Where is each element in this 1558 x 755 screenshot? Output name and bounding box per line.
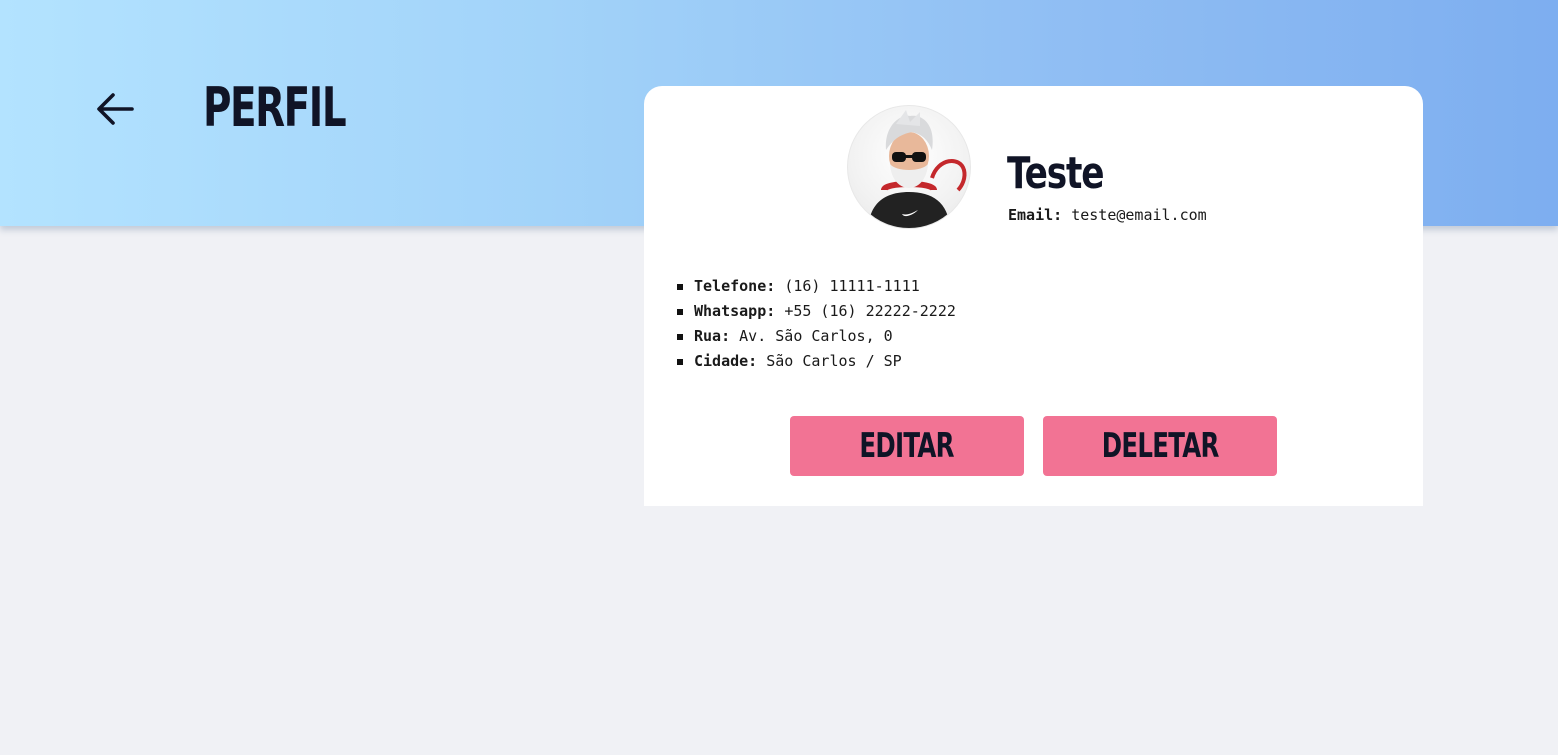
profile-card: Teste Email: teste@email.com Telefone: (… <box>644 86 1423 506</box>
bullet <box>677 359 683 365</box>
bullet <box>677 309 683 315</box>
detail-label: Rua: <box>694 327 731 345</box>
list-item: Whatsapp: +55 (16) 22222-2222 <box>677 299 956 324</box>
email-label: Email: <box>1008 206 1063 224</box>
email-value: teste@email.com <box>1071 206 1207 224</box>
page-title: PERFIL <box>203 76 347 139</box>
detail-value: Av. São Carlos, 0 <box>739 327 893 345</box>
detail-label: Cidade: <box>694 352 758 370</box>
delete-button[interactable]: DELETAR <box>1043 416 1277 476</box>
bullet <box>677 284 683 290</box>
details-list: Telefone: (16) 11111-1111 Whatsapp: +55 … <box>677 274 956 374</box>
detail-value: +55 (16) 22222-2222 <box>784 302 956 320</box>
detail-label: Whatsapp: <box>694 302 776 320</box>
avatar-illustration-icon <box>868 110 967 228</box>
avatar <box>847 105 971 229</box>
email-line: Email: teste@email.com <box>1008 206 1207 224</box>
back-button[interactable] <box>92 88 138 130</box>
list-item: Rua: Av. São Carlos, 0 <box>677 324 956 349</box>
edit-button-label: EDITAR <box>859 426 955 466</box>
user-name: Teste <box>1007 148 1105 199</box>
detail-value: (16) 11111-1111 <box>784 277 920 295</box>
detail-value: São Carlos / SP <box>766 352 902 370</box>
arrow-left-icon <box>97 93 134 125</box>
edit-button[interactable]: EDITAR <box>790 416 1024 476</box>
detail-label: Telefone: <box>694 277 776 295</box>
bullet <box>677 334 683 340</box>
delete-button-label: DELETAR <box>1101 426 1220 466</box>
list-item: Cidade: São Carlos / SP <box>677 349 956 374</box>
list-item: Telefone: (16) 11111-1111 <box>677 274 956 299</box>
